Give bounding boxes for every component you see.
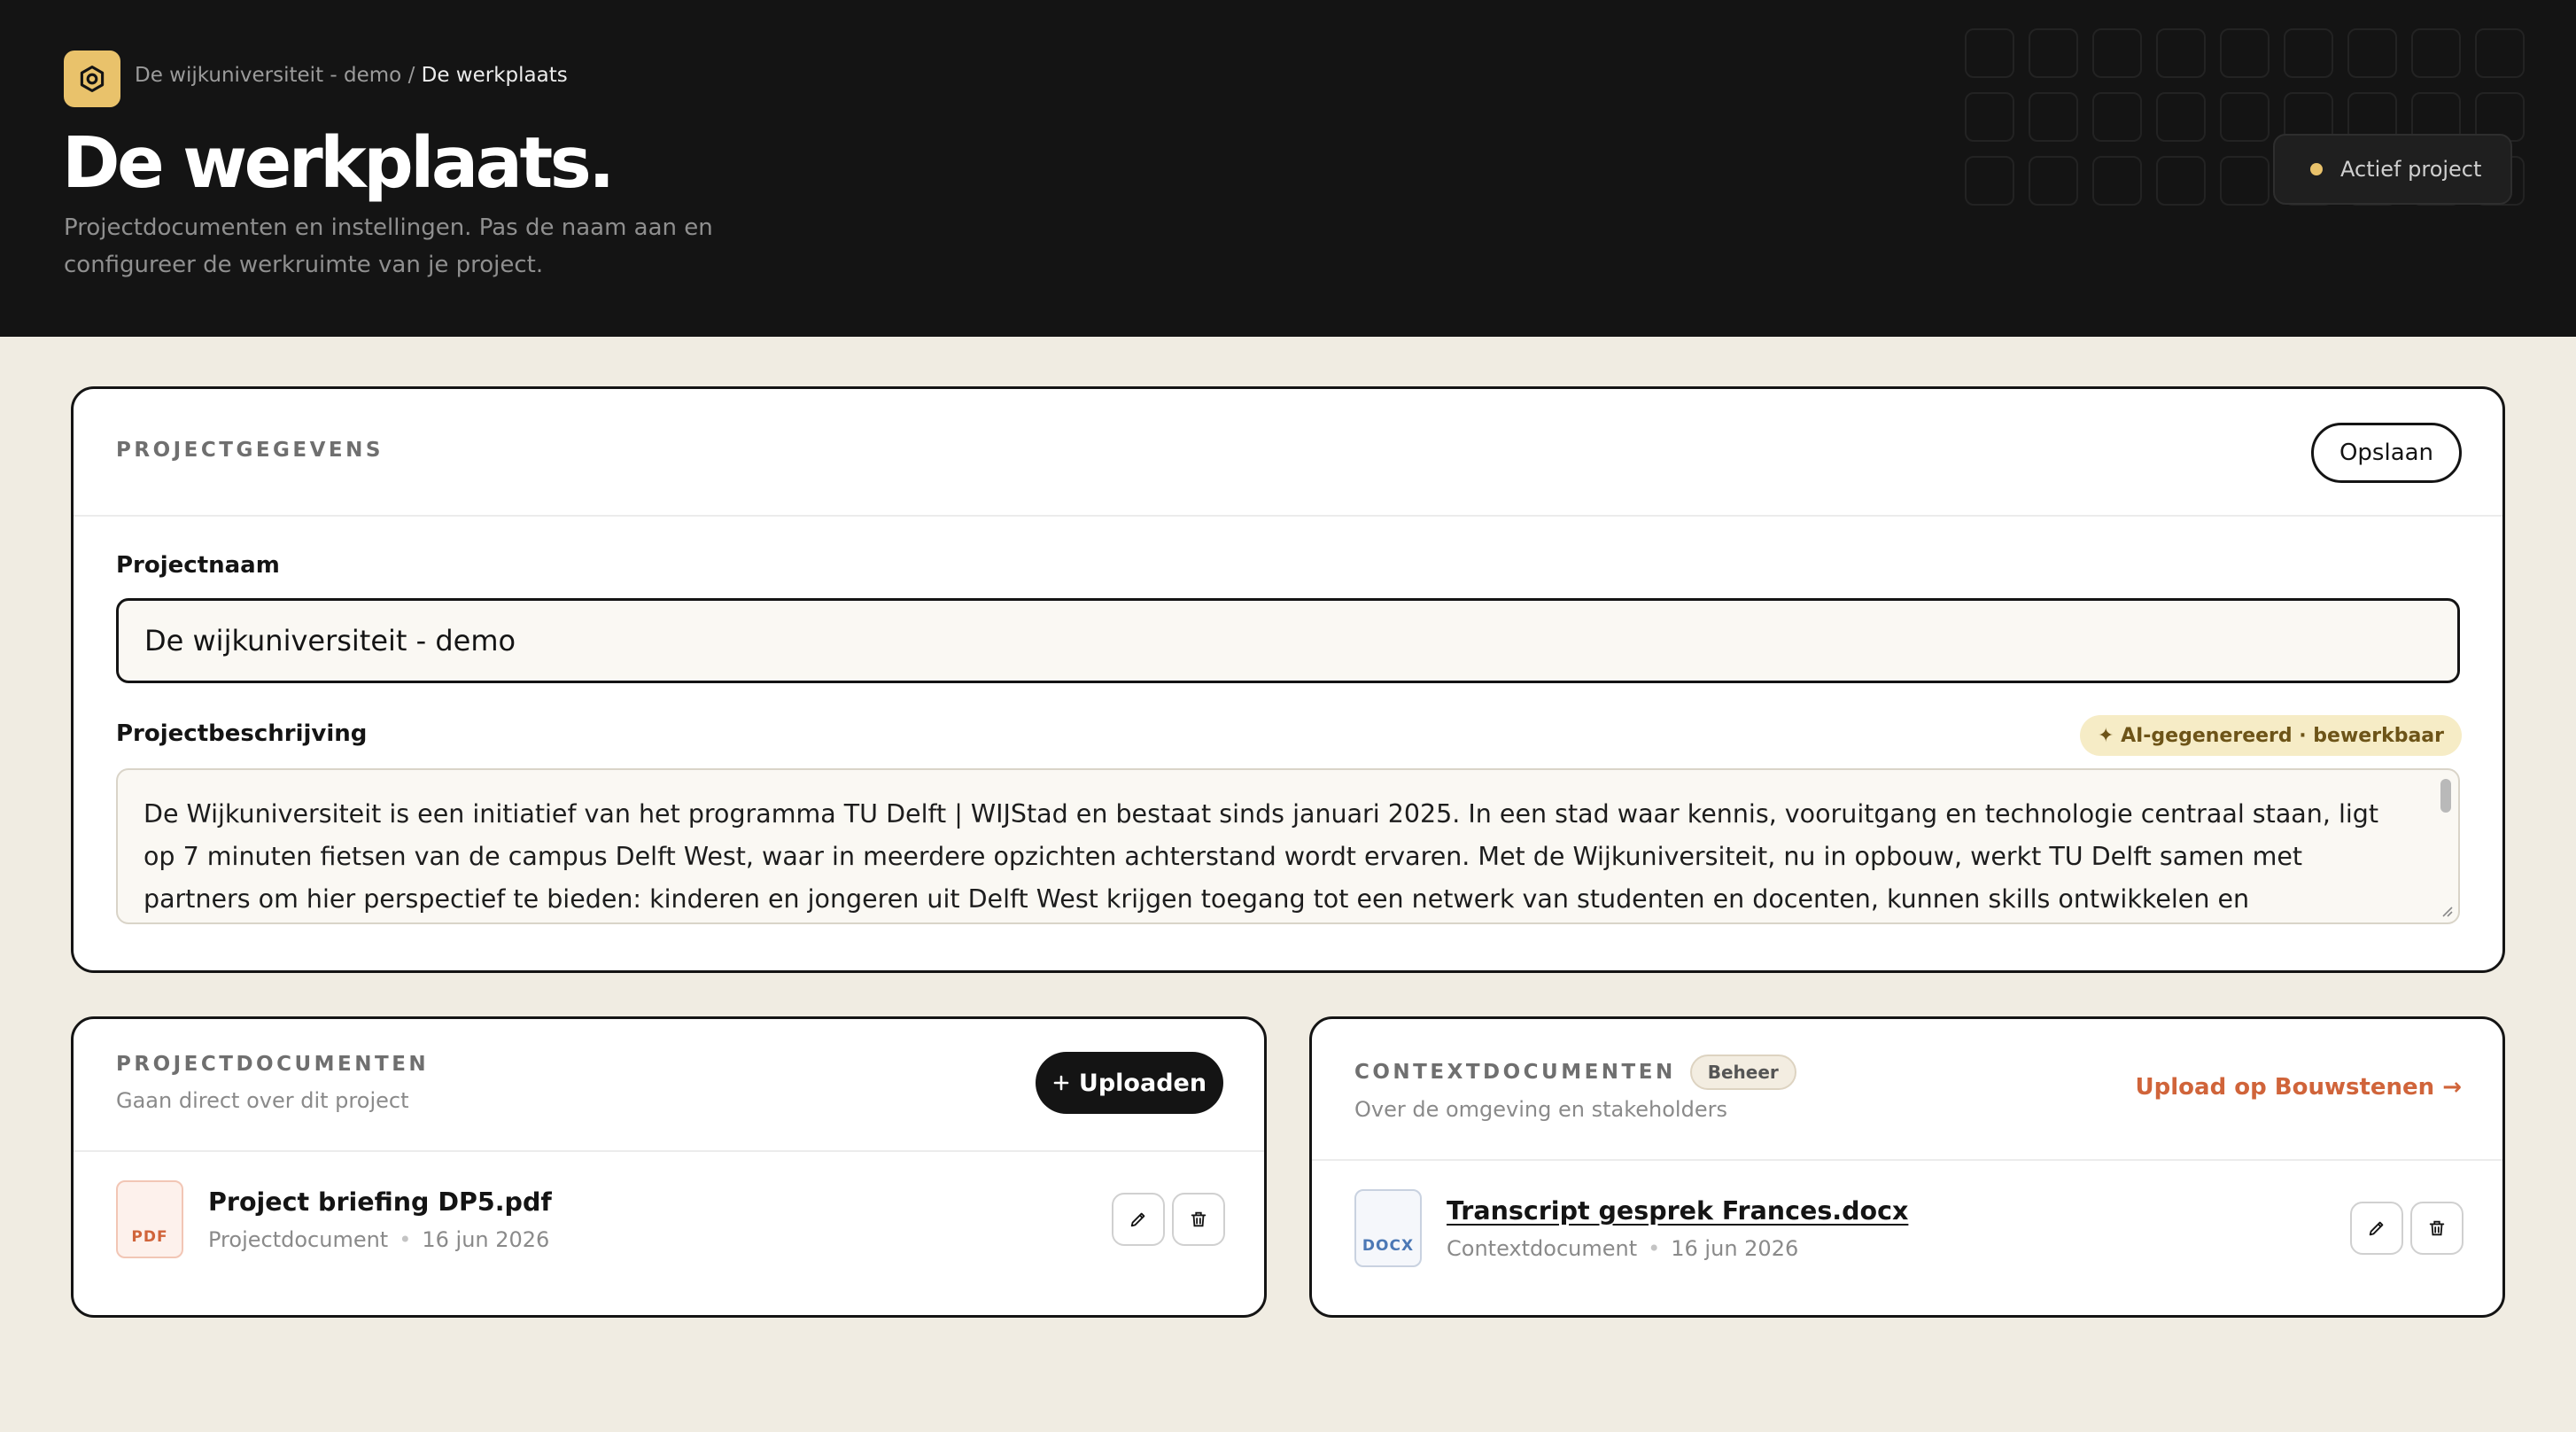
page-header: De wijkuniversiteit - demo / De werkplaa… [0,0,2576,337]
section-label-projectdocumenten: PROJECTDOCUMENTEN [116,1053,430,1076]
file-date: 16 jun 2026 [422,1227,550,1252]
upload-button-label: Uploaden [1078,1069,1207,1097]
file-date: 16 jun 2026 [1671,1236,1799,1261]
file-category: Projectdocument [208,1227,389,1252]
edit-file-button[interactable] [1112,1193,1165,1246]
upload-bouwstenen-link[interactable]: Upload op Bouwstenen → [2136,1074,2462,1101]
edit-file-button[interactable] [2350,1202,2403,1255]
status-dot-icon [2310,163,2323,175]
delete-file-button[interactable] [2410,1202,2463,1255]
breadcrumb-parent-link[interactable]: De wijkuniversiteit - demo [135,64,401,87]
file-meta: Contextdocument • 16 jun 2026 [1447,1236,1799,1261]
pencil-icon [2369,1221,2384,1236]
project-name-label: Projectnaam [116,552,280,579]
project-description-textarea[interactable]: De Wijkuniversiteit is een initiatief va… [116,768,2460,924]
context-documents-card: CONTEXTDOCUMENTEN Beheer Over de omgevin… [1309,1016,2505,1318]
page-subtitle: Projectdocumenten en instellingen. Pas d… [64,214,713,278]
project-description-label: Projectbeschrijving [116,720,368,747]
status-label: Actief project [2340,157,2482,182]
breadcrumb: De wijkuniversiteit - demo / De werkplaa… [135,64,568,87]
file-name-link[interactable]: Transcript gesprek Frances.docx [1447,1196,1908,1226]
project-details-card: PROJECTGEGEVENS Opslaan Projectnaam Proj… [71,386,2505,973]
file-category: Contextdocument [1447,1236,1638,1261]
divider [74,1150,1264,1152]
project-documents-card: PROJECTDOCUMENTEN Gaan direct over dit p… [71,1016,1267,1318]
file-name[interactable]: Project briefing DP5.pdf [208,1187,552,1217]
trash-icon [1191,1211,1207,1227]
trash-icon [2429,1220,2445,1236]
docx-file-icon: DOCX [1354,1189,1422,1267]
status-badge: Actief project [2273,134,2512,205]
section-subtitle: Gaan direct over dit project [116,1088,409,1113]
pencil-icon [1130,1212,1145,1227]
ai-generated-badge: ✦ AI-gegenereerd · bewerkbaar [2079,715,2462,756]
file-meta: Projectdocument • 16 jun 2026 [208,1227,550,1252]
section-label-contextdocumenten: CONTEXTDOCUMENTEN [1354,1061,1676,1084]
page-title: De werkplaats. [62,122,615,204]
plus-icon [1053,1075,1069,1091]
gear-icon[interactable] [64,51,120,107]
admin-badge: Beheer [1689,1055,1796,1090]
upload-button[interactable]: Uploaden [1036,1052,1223,1114]
section-label-projectgegevens: PROJECTGEGEVENS [116,439,384,462]
scrollbar-thumb[interactable] [2440,779,2451,813]
section-subtitle: Over de omgeving en stakeholders [1354,1097,1727,1122]
breadcrumb-current: De werkplaats [421,64,568,87]
pdf-file-icon: PDF [116,1180,183,1258]
divider [74,515,2502,517]
breadcrumb-separator: / [407,64,415,87]
project-name-input[interactable] [116,598,2460,683]
delete-file-button[interactable] [1172,1193,1225,1246]
resize-handle-icon[interactable] [2439,903,2453,917]
section-header: CONTEXTDOCUMENTEN Beheer [1354,1055,1796,1090]
divider [1312,1159,2502,1161]
save-button[interactable]: Opslaan [2311,423,2462,483]
project-description-text: De Wijkuniversiteit is een initiatief va… [144,799,2379,914]
